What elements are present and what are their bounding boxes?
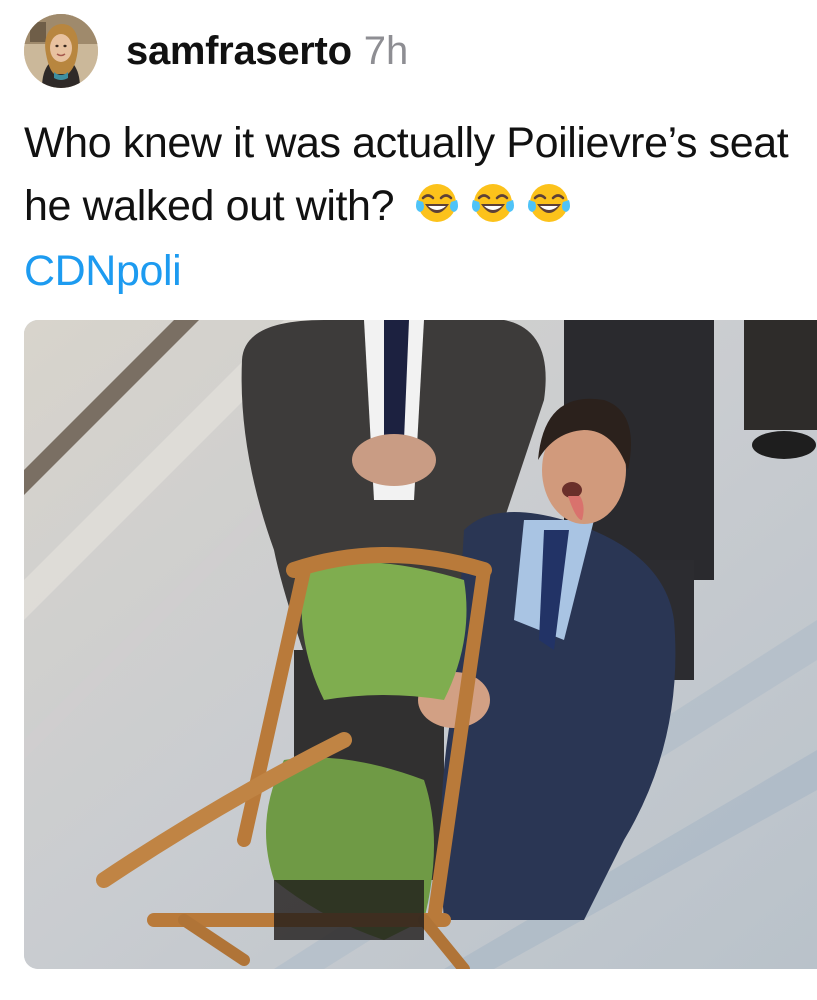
emoji-group (414, 180, 572, 226)
photo-illustration (24, 320, 817, 969)
avatar-photo (24, 14, 98, 88)
author-handle[interactable]: samfraserto (126, 29, 352, 74)
avatar[interactable] (24, 14, 98, 88)
post-timestamp: 7h (363, 28, 409, 73)
hashtag-link[interactable]: CDNpoli (24, 240, 182, 303)
post-body: Who knew it was actually Poilievre’s sea… (24, 112, 814, 238)
face-with-tears-of-joy-icon (527, 184, 570, 222)
post-text: Who knew it was actually Poilievre’s sea… (24, 119, 789, 230)
post-header: samfraserto 7h (24, 12, 408, 90)
face-with-tears-of-joy-icon (415, 184, 458, 222)
post-photo[interactable] (24, 320, 817, 969)
face-with-tears-of-joy-icon (471, 184, 514, 222)
